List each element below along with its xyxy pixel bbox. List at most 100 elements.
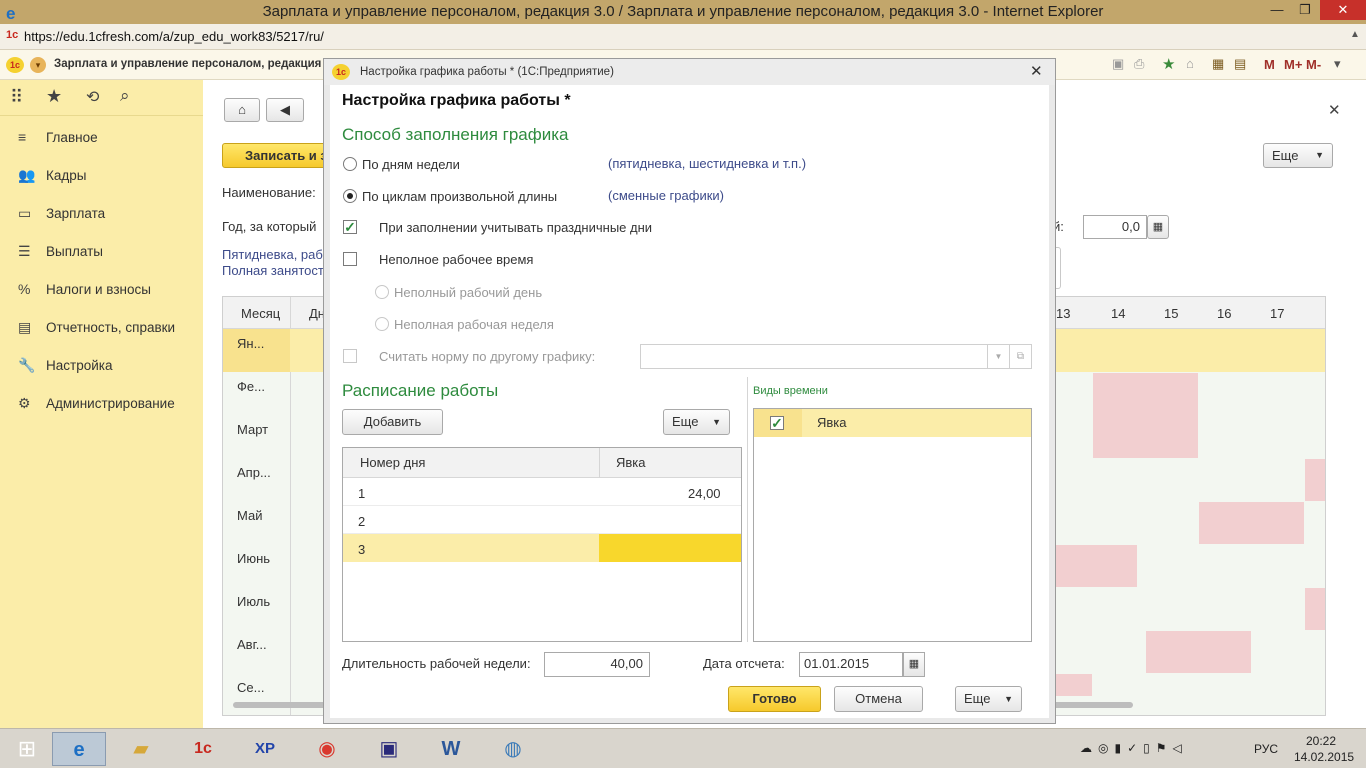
month-jan[interactable]: Ян... [237, 336, 264, 351]
taskbar-xp-icon[interactable]: XP [238, 732, 292, 766]
grid-menu-icon[interactable]: ⠿ [10, 87, 23, 108]
sidebar-item-reports[interactable]: ▤ Отчетность, справки [18, 317, 175, 337]
print-icon[interactable]: ⎙ [1134, 56, 1144, 72]
favorites-star-icon[interactable]: ★ [46, 86, 62, 107]
memory-mminus-button[interactable]: M- [1306, 57, 1321, 72]
checkbox-parttime-label[interactable]: Неполное рабочее время [379, 252, 533, 267]
taskbar-explorer-icon[interactable]: ▰ [114, 732, 168, 766]
grid-header-day-15: 15 [1164, 306, 1179, 321]
radio-by-weekdays-label[interactable]: По дням недели [362, 157, 460, 172]
table-row[interactable] [343, 506, 741, 534]
table-more-button[interactable]: Еще ▼ [663, 409, 730, 435]
checkbox-holidays-label[interactable]: При заполнении учитывать праздничные дни [379, 220, 652, 235]
sidebar-item-payments[interactable]: ☰ Выплаты [18, 241, 103, 261]
radio-by-cycles-label[interactable]: По циклам произвольной длины [362, 189, 557, 204]
taskbar-app-icon[interactable]: ◍ [486, 732, 540, 766]
sidebar-item-admin[interactable]: ⚙ Администрирование [18, 393, 175, 413]
checkbox-other-norm-label[interactable]: Считать норму по другому графику: [379, 349, 595, 364]
tray-time[interactable]: 20:22 [1306, 734, 1336, 748]
tray-language[interactable]: РУС [1254, 742, 1278, 756]
app-menu-icon[interactable]: ▾ [30, 57, 46, 73]
people-icon: 👥 [18, 167, 36, 183]
favorite-icon[interactable]: ★ [1162, 55, 1175, 73]
close-window-button[interactable]: ✕ [1320, 0, 1366, 20]
radio-partial-week-label[interactable]: Неполная рабочая неделя [394, 317, 554, 332]
dialog-more-button[interactable]: Еще ▼ [955, 686, 1022, 712]
history-icon[interactable]: ⌂ [1186, 56, 1194, 71]
home-button[interactable]: ⌂ [224, 98, 260, 122]
calendar-icon: ▦ [908, 658, 920, 670]
time-type-checkbox[interactable]: ✓ [770, 416, 784, 430]
tray-date[interactable]: 14.02.2015 [1294, 750, 1354, 764]
add-row-button[interactable]: Добавить [342, 409, 443, 435]
table-cell-selected[interactable] [599, 534, 741, 562]
hours-field[interactable]: 0,0 [1083, 215, 1147, 239]
dropdown-arrow-icon: ▼ [1004, 694, 1013, 704]
checkbox-parttime[interactable] [343, 252, 357, 266]
description-line1[interactable]: Пятидневка, раб [222, 247, 323, 262]
other-schedule-dropdown-icon[interactable]: ▼ [988, 344, 1010, 369]
taskbar-word-icon[interactable]: W [424, 732, 478, 766]
month-feb[interactable]: Фе... [237, 379, 265, 394]
memory-mplus-button[interactable]: M+ [1284, 57, 1302, 72]
history-clock-icon[interactable]: ⟲ [86, 87, 99, 107]
menu-lines-icon: ≡ [18, 129, 27, 145]
ok-button[interactable]: Готово [728, 686, 821, 712]
save-close-button[interactable]: Записать и з [222, 143, 332, 168]
bg-more-button[interactable]: Еще ▼ [1263, 143, 1333, 168]
sidebar-item-salary[interactable]: ▭ Зарплата [18, 203, 105, 223]
month-jun[interactable]: Июнь [237, 551, 270, 566]
date-picker-button[interactable]: ▦ [903, 652, 925, 677]
cancel-button[interactable]: Отмена [834, 686, 923, 712]
week-duration-field[interactable]: 40,00 [544, 652, 650, 677]
sidebar-item-main[interactable]: ≡ Главное [18, 127, 98, 147]
url-text[interactable]: https://edu.1cfresh.com/a/zup_edu_work83… [24, 29, 324, 44]
grid-header-day-13: 13 [1056, 306, 1071, 321]
other-schedule-field[interactable] [640, 344, 988, 369]
back-button[interactable]: ◀ [266, 98, 304, 122]
scroll-up-icon[interactable]: ▲ [1350, 29, 1360, 40]
month-mar[interactable]: Март [237, 422, 268, 437]
taskbar-save-icon[interactable]: ▣ [362, 732, 416, 766]
other-schedule-open-icon[interactable]: ⧉ [1010, 344, 1032, 369]
month-apr[interactable]: Апр... [237, 465, 271, 480]
restore-button[interactable]: ❐ [1292, 0, 1318, 20]
dialog-close-icon[interactable]: ✕ [1030, 59, 1043, 85]
minimize-button[interactable]: — [1264, 0, 1290, 20]
radio-by-weekdays[interactable] [343, 157, 357, 171]
sidebar-item-taxes[interactable]: % Налоги и взносы [18, 279, 151, 299]
calculator-icon[interactable]: ▦ [1212, 56, 1224, 72]
table-row[interactable] [343, 478, 741, 506]
memory-m-button[interactable]: M [1264, 57, 1275, 72]
wrench-icon: 🔧 [18, 357, 36, 373]
radio-partial-day-label[interactable]: Неполный рабочий день [394, 285, 542, 300]
table-row-value[interactable]: 24,00 [688, 486, 721, 501]
month-sep[interactable]: Се... [237, 680, 264, 695]
holiday-cell [1056, 674, 1092, 696]
checkbox-other-norm[interactable] [343, 349, 357, 363]
description-line2[interactable]: Полная занятост [222, 263, 324, 278]
sidebar-item-hr[interactable]: 👥 Кадры [18, 165, 86, 185]
settings-menu-icon[interactable]: ▾ [1334, 56, 1341, 72]
ref-date-field[interactable]: 01.01.2015 [799, 652, 903, 677]
taskbar-ie-icon[interactable]: e [52, 732, 106, 766]
calendar-icon[interactable]: ▤ [1234, 56, 1246, 72]
close-form-icon[interactable]: ✕ [1328, 101, 1341, 119]
search-icon[interactable]: ⌕ [120, 86, 130, 106]
radio-by-cycles[interactable] [343, 189, 357, 203]
address-bar[interactable]: 1c https://edu.1cfresh.com/a/zup_edu_wor… [0, 24, 1366, 50]
taskbar-chrome-icon[interactable]: ◉ [300, 732, 354, 766]
start-button[interactable]: ⊞ [0, 732, 54, 766]
month-aug[interactable]: Авг... [237, 637, 267, 652]
wallet-icon: ▭ [18, 205, 32, 221]
checkbox-holidays[interactable]: ✓ [343, 220, 357, 234]
save-icon[interactable]: ▣ [1112, 56, 1124, 72]
radio-partial-week[interactable] [375, 317, 389, 331]
month-may[interactable]: Май [237, 508, 262, 523]
taskbar-1c-icon[interactable]: 1c [176, 732, 230, 766]
sidebar-item-settings[interactable]: 🔧 Настройка [18, 355, 112, 375]
month-jul[interactable]: Июль [237, 594, 270, 609]
radio-partial-day[interactable] [375, 285, 389, 299]
hours-calc-button[interactable]: ▦ [1147, 215, 1169, 239]
grid-header-month: Месяц [241, 306, 281, 321]
